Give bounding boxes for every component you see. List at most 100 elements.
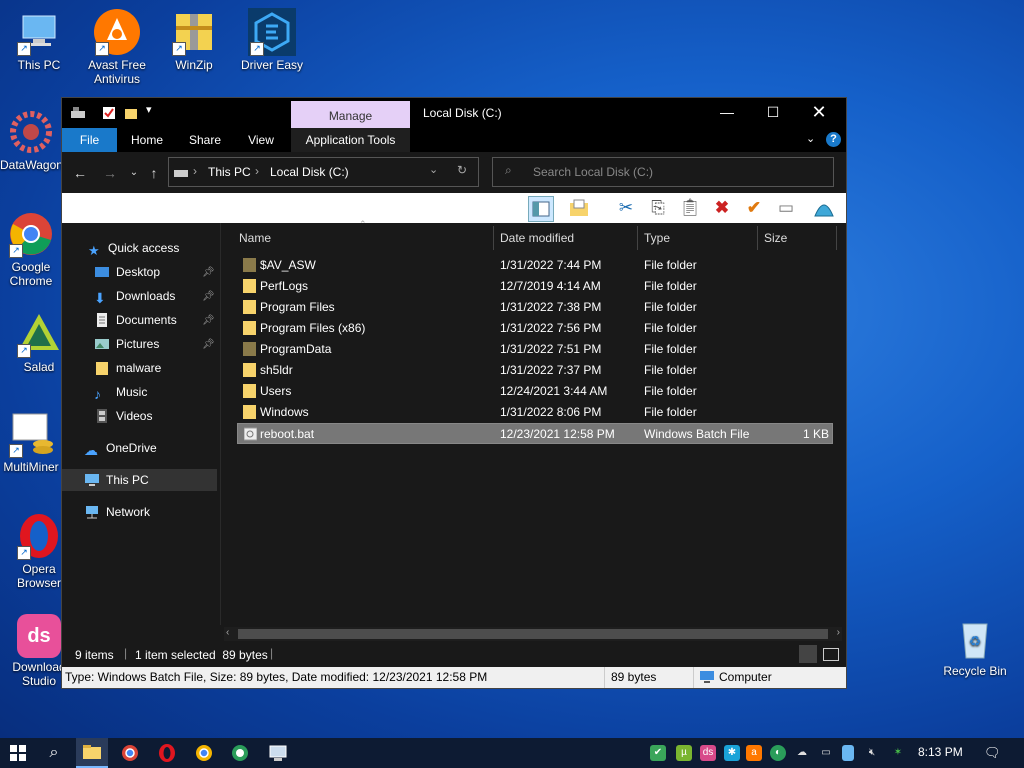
search-box[interactable]: ⌕ Search Local Disk (C:)	[492, 157, 834, 187]
tab-share[interactable]: Share	[182, 128, 228, 152]
horizontal-scrollbar[interactable]: ‹ ›	[224, 627, 842, 641]
column-size[interactable]: Size	[764, 226, 787, 250]
table-row[interactable]: Windows 1/31/2022 8:06 PM File folder	[237, 402, 833, 423]
notification-app-icon[interactable]	[842, 745, 854, 761]
cut-icon[interactable]: ✂	[614, 196, 638, 220]
breadcrumb-local-disk[interactable]: Local Disk (C:)	[270, 165, 349, 179]
desktop-icon-driver-easy[interactable]: ↗ Driver Easy	[234, 8, 310, 72]
folder-options-icon[interactable]	[567, 196, 591, 220]
column-date-modified[interactable]: Date modified	[500, 226, 574, 250]
back-arrow-icon[interactable]: ←	[70, 163, 90, 183]
column-separator[interactable]	[493, 226, 494, 250]
tab-application-tools[interactable]: Application Tools	[291, 128, 410, 154]
check-icon[interactable]: ✔	[742, 196, 766, 220]
table-row[interactable]: Program Files 1/31/2022 7:38 PM File fol…	[237, 297, 833, 318]
chevron-down-icon[interactable]: ⌄	[429, 163, 438, 176]
action-center-icon[interactable]: 🗨︎	[984, 745, 1001, 761]
salad-tray-icon[interactable]: ✶	[890, 745, 906, 761]
paste-icon[interactable]: 📋︎	[678, 196, 702, 220]
refresh-icon[interactable]: ↻	[457, 163, 467, 177]
copy-icon[interactable]: ⎘	[646, 196, 670, 220]
clock[interactable]: 8:13 PM	[918, 745, 963, 759]
tab-home[interactable]: Home	[125, 128, 169, 152]
utorrent-icon[interactable]: µ	[676, 745, 692, 761]
minimize-button[interactable]: —	[704, 98, 750, 128]
nav-malware[interactable]: malware	[94, 357, 161, 379]
address-bar[interactable]: › This PC › Local Disk (C:) ⌄ ↻	[168, 157, 479, 187]
maximize-button[interactable]: ☐	[750, 98, 796, 128]
desktop-icon-datawagon[interactable]: DataWagon	[0, 108, 63, 172]
opera-icon[interactable]	[157, 743, 177, 763]
help-icon[interactable]: ?	[826, 132, 841, 147]
desktop-icon-avast[interactable]: ↗ Avast Free Antivirus	[79, 8, 155, 86]
nav-videos[interactable]: Videos	[94, 405, 152, 427]
column-separator[interactable]	[836, 226, 837, 250]
taskbar-file-explorer[interactable]	[76, 738, 108, 768]
table-row[interactable]: PerfLogs 12/7/2019 4:14 AM File folder	[237, 276, 833, 297]
customize-qat-icon[interactable]: ▾	[146, 103, 152, 117]
nav-downloads[interactable]: ⬇ Downloads	[94, 285, 175, 307]
column-separator[interactable]	[637, 226, 638, 250]
column-separator[interactable]	[757, 226, 758, 250]
nav-this-pc[interactable]: This PC	[62, 469, 217, 491]
breadcrumb-this-pc[interactable]: This PC	[208, 165, 251, 179]
nav-documents[interactable]: Documents	[94, 309, 177, 331]
shell-icon[interactable]	[812, 196, 836, 220]
nav-music[interactable]: ♪ Music	[94, 381, 147, 403]
network-icon[interactable]: ▭	[818, 745, 834, 761]
preview-pane-icon[interactable]	[528, 196, 554, 222]
title-bar[interactable]: ▾ Manage Local Disk (C:) — ☐ ✕	[62, 98, 846, 128]
table-row[interactable]: ProgramData 1/31/2022 7:51 PM File folde…	[237, 339, 833, 360]
windows-start-icon[interactable]	[10, 745, 26, 761]
manage-tab[interactable]: Manage	[291, 101, 410, 128]
delete-icon[interactable]: ✖	[710, 196, 734, 220]
recent-locations-icon[interactable]: ⌄	[124, 163, 144, 183]
nav-onedrive[interactable]: ☁ OneDrive	[84, 437, 157, 459]
pin-icon[interactable]: 📌︎	[202, 291, 215, 302]
scroll-right-icon[interactable]: ›	[837, 627, 840, 638]
table-row[interactable]: $AV_ASW 1/31/2022 7:44 PM File folder	[237, 255, 833, 276]
chevron-down-icon[interactable]: ▾	[592, 196, 616, 220]
desktop-icon-recycle-bin[interactable]: ♻ Recycle Bin	[937, 614, 1013, 678]
chrome-icon[interactable]	[120, 743, 140, 763]
table-row[interactable]: Program Files (x86) 1/31/2022 7:56 PM Fi…	[237, 318, 833, 339]
nav-quick-access[interactable]: ★ Quick access	[88, 237, 179, 259]
download-studio-tray-icon[interactable]: ds	[700, 745, 716, 761]
details-view-icon[interactable]	[799, 645, 817, 663]
column-name[interactable]: Name	[239, 226, 271, 250]
cloud-offline-icon[interactable]: ☁	[794, 745, 810, 761]
column-type[interactable]: Type	[644, 226, 670, 250]
forward-arrow-icon[interactable]: →	[100, 163, 120, 183]
chrome-alt-icon[interactable]	[194, 743, 214, 763]
up-arrow-icon[interactable]: ↑	[144, 163, 164, 183]
large-icons-view-icon[interactable]	[823, 648, 839, 661]
tab-file[interactable]: File	[62, 128, 117, 152]
browser-app-icon[interactable]	[230, 743, 250, 763]
pin-icon[interactable]: 📌︎	[202, 267, 215, 278]
explorer-window[interactable]: ▾ Manage Local Disk (C:) — ☐ ✕ File Home…	[61, 97, 847, 689]
pin-icon[interactable]: 📌︎	[202, 315, 215, 326]
rename-icon[interactable]: ▭	[774, 196, 798, 220]
app-tray-icon[interactable]: ◐	[770, 745, 786, 761]
close-button[interactable]: ✕	[796, 98, 842, 128]
pin-icon[interactable]: 📌︎	[202, 339, 215, 350]
table-row-selected[interactable]: reboot.bat 12/23/2021 12:58 PM Windows B…	[237, 423, 833, 444]
desktop-icon-multiminer[interactable]: ↗ MultiMiner	[0, 410, 62, 474]
tab-view[interactable]: View	[240, 128, 282, 152]
nav-pictures[interactable]: Pictures	[94, 333, 159, 355]
scroll-left-icon[interactable]: ‹	[226, 627, 229, 638]
nav-network[interactable]: Network	[84, 501, 150, 523]
avast-tray-icon[interactable]: a	[746, 745, 762, 761]
table-row[interactable]: Users 12/24/2021 3:44 AM File folder	[237, 381, 833, 402]
shield-icon[interactable]: ✔	[650, 745, 666, 761]
search-icon[interactable]: ⌕	[44, 743, 64, 763]
nav-desktop[interactable]: Desktop	[94, 261, 160, 283]
ribbon-expand-icon[interactable]: ⌄	[806, 132, 815, 145]
scrollbar-thumb[interactable]	[238, 629, 828, 639]
desktop-icon-winzip[interactable]: ↗ WinZip	[156, 8, 232, 72]
new-folder-icon[interactable]	[124, 106, 138, 120]
remote-app-icon[interactable]	[268, 743, 288, 763]
volume-muted-icon[interactable]: 🔇︎	[864, 745, 880, 761]
search-input[interactable]: Search Local Disk (C:)	[533, 165, 653, 179]
tools-icon[interactable]: ✱	[724, 745, 740, 761]
